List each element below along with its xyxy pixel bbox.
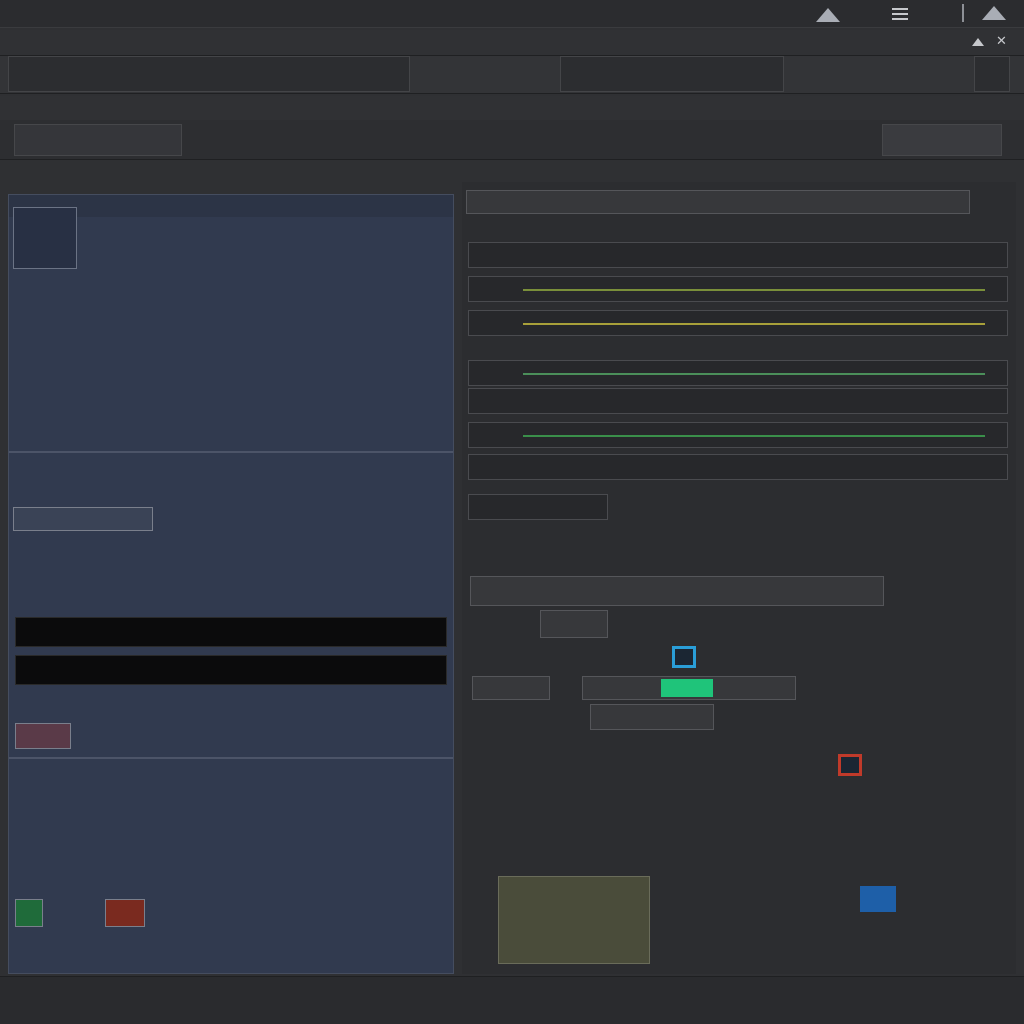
selection-indicator[interactable] [672,646,696,668]
timeline-track-8[interactable] [468,494,608,520]
wide-chip[interactable] [470,576,884,606]
red-swatch[interactable] [105,899,145,927]
tab-2[interactable] [186,124,452,156]
right-panel-header[interactable] [466,190,970,214]
progress-field[interactable] [582,676,796,700]
timeline-track-4[interactable] [468,360,1008,386]
timeline-track-2[interactable] [468,276,1008,302]
chip-2[interactable] [540,610,608,638]
timeline-track-7[interactable] [468,454,1008,480]
menu-icon[interactable] [892,8,908,20]
divider [9,451,453,453]
toolbar-group-3[interactable] [560,56,784,92]
top-bar [0,0,1024,28]
window-up-icon[interactable] [972,38,984,46]
dark-row-1[interactable] [15,617,447,647]
timeline-track-1[interactable] [468,242,1008,268]
maximize-icon[interactable] [982,6,1006,20]
close-icon[interactable]: ✕ [996,34,1007,49]
blue-swatch[interactable] [860,886,896,912]
toolbar-group-1[interactable] [8,56,410,92]
tab-6[interactable] [882,124,1002,156]
sub-header [0,96,1024,120]
progress-fill [661,679,713,697]
timeline-track-5[interactable] [468,388,1008,414]
track-3-line [522,323,986,325]
track-2-line [522,289,986,291]
track-6-line [522,435,986,437]
toolbar [0,56,1024,94]
timeline-track-6[interactable] [468,422,1008,448]
dark-row-2[interactable] [15,655,447,685]
toolbar-group-4[interactable] [974,56,1010,92]
status-bar [0,976,1024,1024]
chip-3[interactable] [472,676,550,700]
left-panel [8,194,454,974]
toolbar-group-2[interactable] [468,56,548,92]
tab-5[interactable] [644,124,784,156]
divider [9,757,453,759]
green-swatch[interactable] [15,899,43,927]
menu-bar: ✕ [0,30,1024,56]
thumbnail-image[interactable] [498,876,650,964]
record-button[interactable] [838,754,862,776]
tab-1[interactable] [14,124,182,156]
track-4-line [522,373,986,375]
preview-thumbnail[interactable] [13,207,77,269]
timeline-track-3[interactable] [468,310,1008,336]
right-panel [462,182,1016,974]
field-box[interactable] [13,507,153,531]
mountain-icon[interactable] [816,8,840,22]
divider [962,4,964,22]
chip-4[interactable] [590,704,714,730]
thumbnail-label [499,877,649,963]
tab-3[interactable] [456,124,536,156]
preview-swatch[interactable] [15,723,71,749]
tab-4[interactable] [546,124,626,156]
tab-header [0,120,1024,160]
